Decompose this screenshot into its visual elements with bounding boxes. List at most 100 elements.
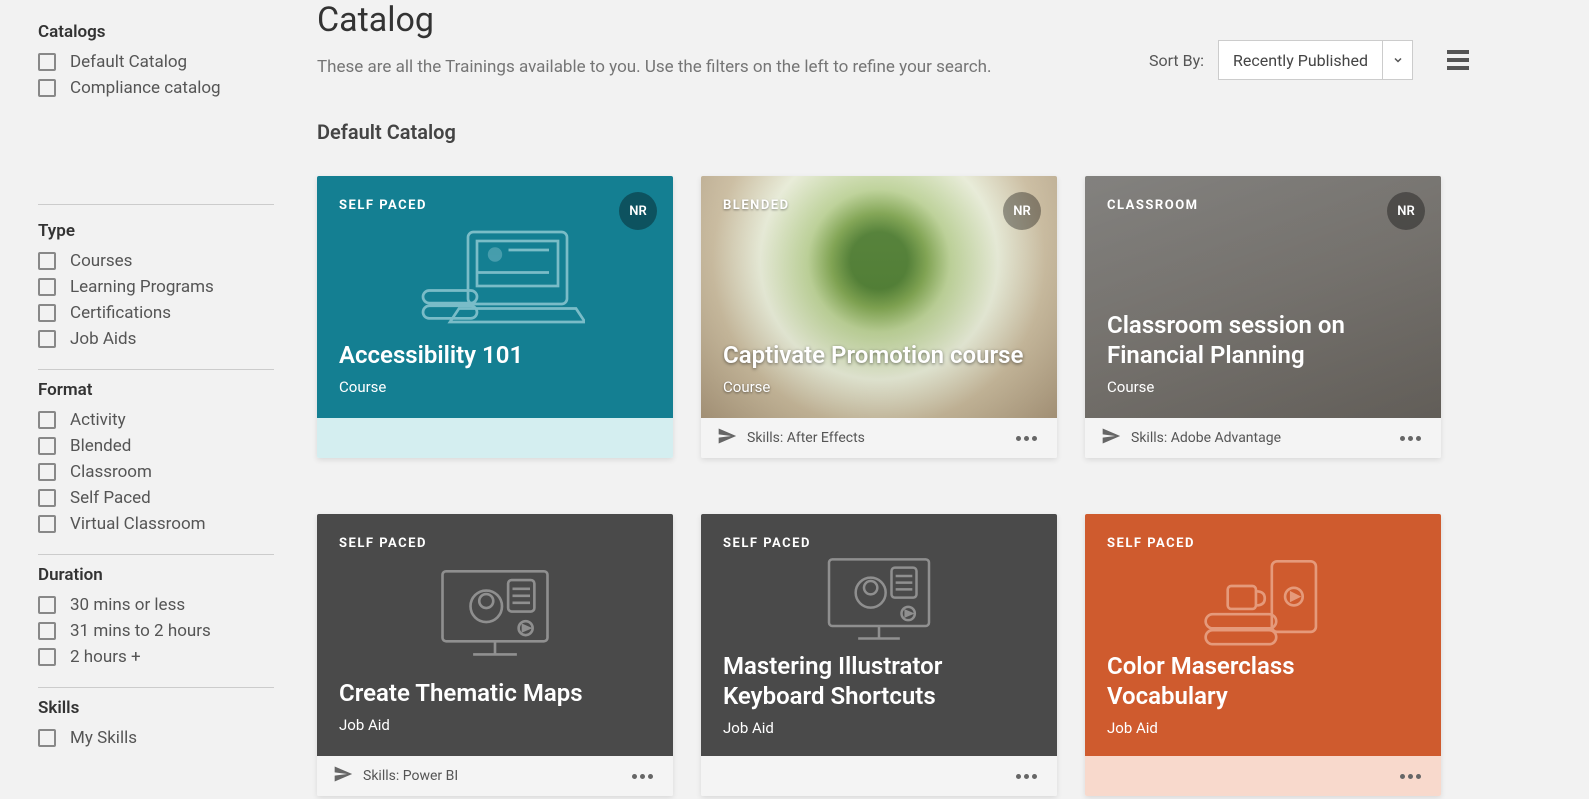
more-icon[interactable] — [1012, 432, 1041, 445]
card-thematic-maps[interactable]: SELF PACED Create Thematic Maps Job Aid — [317, 514, 673, 796]
filter-duration: Duration 30 mins or less 31 mins to 2 ho… — [38, 555, 274, 688]
page-title: Catalog — [317, 0, 1469, 40]
laptop-books-icon — [339, 213, 651, 340]
filter-type-heading: Type — [38, 221, 274, 241]
filter-skills-heading: Skills — [38, 698, 274, 718]
checkbox-icon[interactable] — [38, 278, 56, 296]
filter-item-blended[interactable]: Blended — [38, 436, 274, 456]
more-icon[interactable] — [628, 770, 657, 783]
filter-item-virtual-classroom[interactable]: Virtual Classroom — [38, 514, 274, 534]
filter-item-label: Learning Programs — [70, 277, 214, 297]
filter-item-self-paced[interactable]: Self Paced — [38, 488, 274, 508]
cup-tablet-books-icon — [1107, 551, 1419, 651]
card-footer: Skills: Power BI — [317, 756, 673, 796]
paper-plane-icon — [717, 426, 737, 450]
checkbox-icon[interactable] — [38, 411, 56, 429]
filter-item-label: Activity — [70, 410, 126, 430]
section-title: Default Catalog — [317, 120, 1469, 144]
card-footer: Skills: After Effects — [701, 418, 1057, 458]
video-person-icon — [723, 551, 1035, 651]
card-title: Classroom session on Financial Planning — [1107, 310, 1419, 370]
card-grid: SELF PACED NR Accessibility 101 — [317, 176, 1469, 458]
filter-item-2h-plus[interactable]: 2 hours + — [38, 647, 274, 667]
card-type: Job Aid — [723, 719, 1035, 737]
filter-item-31min-2h[interactable]: 31 mins to 2 hours — [38, 621, 274, 641]
card-format: SELF PACED — [339, 536, 651, 551]
checkbox-icon[interactable] — [38, 79, 56, 97]
filter-item-compliance-catalog[interactable]: Compliance catalog — [38, 78, 274, 98]
filter-item-label: Default Catalog — [70, 52, 187, 72]
filter-item-label: Blended — [70, 436, 131, 456]
checkbox-icon[interactable] — [38, 622, 56, 640]
sort-label: Sort By: — [1149, 51, 1204, 70]
card-footer — [701, 756, 1057, 796]
card-financial-planning[interactable]: CLASSROOM NR Classroom session on Financ… — [1085, 176, 1441, 458]
card-type: Course — [723, 378, 1035, 396]
card-type: Job Aid — [339, 716, 651, 734]
more-icon[interactable] — [1396, 770, 1425, 783]
card-skills: Skills: Power BI — [363, 768, 458, 784]
checkbox-icon[interactable] — [38, 489, 56, 507]
card-skills: Skills: After Effects — [747, 430, 865, 446]
card-title: Accessibility 101 — [339, 340, 651, 370]
filter-item-label: Classroom — [70, 462, 152, 482]
card-format: SELF PACED — [723, 536, 1035, 551]
filter-item-label: 2 hours + — [70, 647, 141, 667]
filter-catalogs-heading: Catalogs — [38, 22, 274, 42]
checkbox-icon[interactable] — [38, 515, 56, 533]
filter-item-learning-programs[interactable]: Learning Programs — [38, 277, 274, 297]
checkbox-icon[interactable] — [38, 648, 56, 666]
filter-item-label: Virtual Classroom — [70, 514, 206, 534]
more-icon[interactable] — [1012, 770, 1041, 783]
card-skills: Skills: Adobe Advantage — [1131, 430, 1281, 446]
checkbox-icon[interactable] — [38, 252, 56, 270]
card-color-masterclass[interactable]: SELF PACED Color Maserclass Vocabulary J… — [1085, 514, 1441, 796]
filter-item-classroom[interactable]: Classroom — [38, 462, 274, 482]
card-type: Course — [1107, 378, 1419, 396]
filter-duration-heading: Duration — [38, 565, 274, 585]
filter-format: Format Activity Blended Classroom Self P… — [38, 370, 274, 555]
card-format: SELF PACED — [339, 198, 651, 213]
card-captivate-promotion[interactable]: BLENDED NR Captivate Promotion course Co… — [701, 176, 1057, 458]
card-title: Captivate Promotion course — [723, 340, 1035, 370]
sort-area: Sort By: Recently Published — [1149, 40, 1469, 80]
checkbox-icon[interactable] — [38, 437, 56, 455]
sort-dropdown[interactable]: Recently Published — [1218, 40, 1413, 80]
filter-item-default-catalog[interactable]: Default Catalog — [38, 52, 274, 72]
checkbox-icon[interactable] — [38, 53, 56, 71]
checkbox-icon[interactable] — [38, 330, 56, 348]
more-icon[interactable] — [1396, 432, 1425, 445]
filter-item-label: 30 mins or less — [70, 595, 185, 615]
filter-item-my-skills[interactable]: My Skills — [38, 728, 274, 748]
filter-item-job-aids[interactable]: Job Aids — [38, 329, 274, 349]
card-format: CLASSROOM — [1107, 198, 1419, 213]
filter-item-30min[interactable]: 30 mins or less — [38, 595, 274, 615]
card-illustrator-shortcuts[interactable]: SELF PACED Mastering Illustrator Keyboar… — [701, 514, 1057, 796]
rating-badge: NR — [1003, 192, 1041, 230]
checkbox-icon[interactable] — [38, 596, 56, 614]
card-grid-row2: SELF PACED Create Thematic Maps Job Aid — [317, 514, 1469, 796]
filter-item-label: Compliance catalog — [70, 78, 221, 98]
card-type: Job Aid — [1107, 719, 1419, 737]
paper-plane-icon — [1101, 426, 1121, 450]
filter-item-activity[interactable]: Activity — [38, 410, 274, 430]
filter-item-certifications[interactable]: Certifications — [38, 303, 274, 323]
card-title: Create Thematic Maps — [339, 678, 651, 708]
filter-skills: Skills My Skills — [38, 688, 274, 768]
card-footer — [317, 418, 673, 458]
chevron-down-icon[interactable] — [1382, 41, 1412, 79]
filter-item-label: Self Paced — [70, 488, 151, 508]
checkbox-icon[interactable] — [38, 729, 56, 747]
main-content: Catalog These are all the Trainings avai… — [317, 0, 1589, 799]
filter-item-courses[interactable]: Courses — [38, 251, 274, 271]
checkbox-icon[interactable] — [38, 304, 56, 322]
list-view-icon[interactable] — [1447, 50, 1469, 70]
filter-item-label: Courses — [70, 251, 132, 271]
sort-value: Recently Published — [1219, 51, 1382, 70]
page-subtitle: These are all the Trainings available to… — [317, 57, 992, 77]
card-title: Color Maserclass Vocabulary — [1107, 651, 1419, 711]
card-accessibility-101[interactable]: SELF PACED NR Accessibility 101 — [317, 176, 673, 458]
filter-item-label: 31 mins to 2 hours — [70, 621, 211, 641]
filter-type: Type Courses Learning Programs Certifica… — [38, 204, 274, 370]
checkbox-icon[interactable] — [38, 463, 56, 481]
